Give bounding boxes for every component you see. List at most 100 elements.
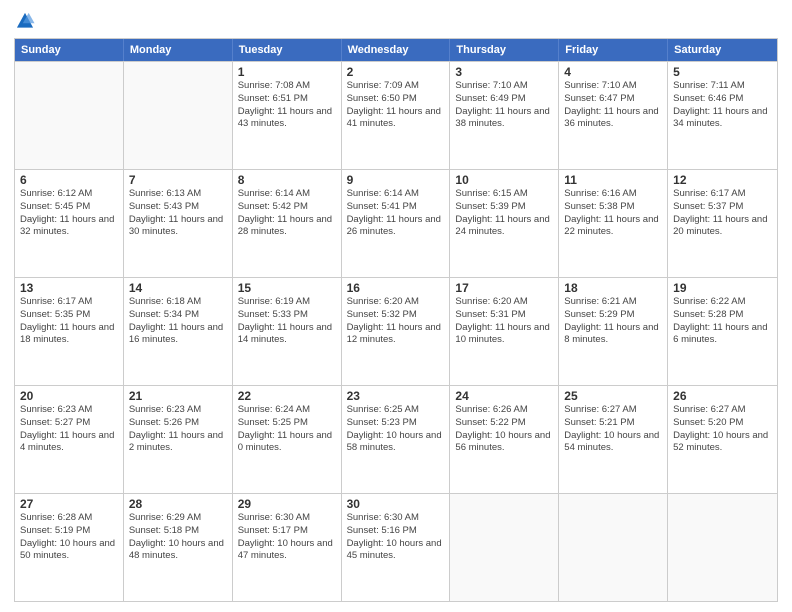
day-number: 29 [238,497,336,511]
day-info: Sunrise: 6:30 AM Sunset: 5:17 PM Dayligh… [238,512,336,563]
day-number: 9 [347,173,445,187]
day-info: Sunrise: 6:29 AM Sunset: 5:18 PM Dayligh… [129,512,227,563]
day-header-friday: Friday [559,39,668,61]
day-info: Sunrise: 6:20 AM Sunset: 5:31 PM Dayligh… [455,296,553,347]
calendar-cell: 1Sunrise: 7:08 AM Sunset: 6:51 PM Daylig… [233,62,342,169]
day-info: Sunrise: 7:08 AM Sunset: 6:51 PM Dayligh… [238,80,336,131]
day-number: 13 [20,281,118,295]
calendar-cell: 3Sunrise: 7:10 AM Sunset: 6:49 PM Daylig… [450,62,559,169]
day-number: 22 [238,389,336,403]
calendar-cell: 29Sunrise: 6:30 AM Sunset: 5:17 PM Dayli… [233,494,342,601]
calendar-cell: 27Sunrise: 6:28 AM Sunset: 5:19 PM Dayli… [15,494,124,601]
day-number: 10 [455,173,553,187]
day-number: 5 [673,65,772,79]
calendar-cell: 30Sunrise: 6:30 AM Sunset: 5:16 PM Dayli… [342,494,451,601]
logo [14,10,38,32]
calendar-cell [124,62,233,169]
day-number: 18 [564,281,662,295]
calendar-cell: 11Sunrise: 6:16 AM Sunset: 5:38 PM Dayli… [559,170,668,277]
day-info: Sunrise: 6:23 AM Sunset: 5:26 PM Dayligh… [129,404,227,455]
calendar-body: 1Sunrise: 7:08 AM Sunset: 6:51 PM Daylig… [15,61,777,601]
calendar-cell: 18Sunrise: 6:21 AM Sunset: 5:29 PM Dayli… [559,278,668,385]
day-info: Sunrise: 6:17 AM Sunset: 5:35 PM Dayligh… [20,296,118,347]
day-info: Sunrise: 6:28 AM Sunset: 5:19 PM Dayligh… [20,512,118,563]
day-header-tuesday: Tuesday [233,39,342,61]
day-number: 2 [347,65,445,79]
day-info: Sunrise: 6:26 AM Sunset: 5:22 PM Dayligh… [455,404,553,455]
calendar-cell: 13Sunrise: 6:17 AM Sunset: 5:35 PM Dayli… [15,278,124,385]
calendar-cell: 28Sunrise: 6:29 AM Sunset: 5:18 PM Dayli… [124,494,233,601]
calendar-row-2: 6Sunrise: 6:12 AM Sunset: 5:45 PM Daylig… [15,169,777,277]
calendar-cell: 10Sunrise: 6:15 AM Sunset: 5:39 PM Dayli… [450,170,559,277]
calendar-cell: 15Sunrise: 6:19 AM Sunset: 5:33 PM Dayli… [233,278,342,385]
calendar-cell [15,62,124,169]
day-info: Sunrise: 7:10 AM Sunset: 6:47 PM Dayligh… [564,80,662,131]
calendar-cell: 7Sunrise: 6:13 AM Sunset: 5:43 PM Daylig… [124,170,233,277]
day-header-wednesday: Wednesday [342,39,451,61]
day-info: Sunrise: 6:21 AM Sunset: 5:29 PM Dayligh… [564,296,662,347]
day-number: 6 [20,173,118,187]
day-info: Sunrise: 6:19 AM Sunset: 5:33 PM Dayligh… [238,296,336,347]
day-header-saturday: Saturday [668,39,777,61]
day-number: 11 [564,173,662,187]
calendar-cell: 24Sunrise: 6:26 AM Sunset: 5:22 PM Dayli… [450,386,559,493]
calendar-cell: 21Sunrise: 6:23 AM Sunset: 5:26 PM Dayli… [124,386,233,493]
day-number: 26 [673,389,772,403]
calendar-cell: 16Sunrise: 6:20 AM Sunset: 5:32 PM Dayli… [342,278,451,385]
calendar-header: SundayMondayTuesdayWednesdayThursdayFrid… [15,39,777,61]
calendar-cell: 6Sunrise: 6:12 AM Sunset: 5:45 PM Daylig… [15,170,124,277]
day-info: Sunrise: 7:10 AM Sunset: 6:49 PM Dayligh… [455,80,553,131]
calendar-row-1: 1Sunrise: 7:08 AM Sunset: 6:51 PM Daylig… [15,61,777,169]
calendar: SundayMondayTuesdayWednesdayThursdayFrid… [14,38,778,602]
calendar-cell: 12Sunrise: 6:17 AM Sunset: 5:37 PM Dayli… [668,170,777,277]
calendar-cell: 20Sunrise: 6:23 AM Sunset: 5:27 PM Dayli… [15,386,124,493]
calendar-cell: 17Sunrise: 6:20 AM Sunset: 5:31 PM Dayli… [450,278,559,385]
day-info: Sunrise: 6:30 AM Sunset: 5:16 PM Dayligh… [347,512,445,563]
page: SundayMondayTuesdayWednesdayThursdayFrid… [0,0,792,612]
calendar-cell: 26Sunrise: 6:27 AM Sunset: 5:20 PM Dayli… [668,386,777,493]
day-number: 28 [129,497,227,511]
calendar-row-3: 13Sunrise: 6:17 AM Sunset: 5:35 PM Dayli… [15,277,777,385]
day-header-sunday: Sunday [15,39,124,61]
day-info: Sunrise: 6:14 AM Sunset: 5:42 PM Dayligh… [238,188,336,239]
day-number: 24 [455,389,553,403]
day-info: Sunrise: 7:09 AM Sunset: 6:50 PM Dayligh… [347,80,445,131]
calendar-row-5: 27Sunrise: 6:28 AM Sunset: 5:19 PM Dayli… [15,493,777,601]
day-info: Sunrise: 6:12 AM Sunset: 5:45 PM Dayligh… [20,188,118,239]
calendar-cell: 4Sunrise: 7:10 AM Sunset: 6:47 PM Daylig… [559,62,668,169]
day-number: 27 [20,497,118,511]
calendar-cell: 23Sunrise: 6:25 AM Sunset: 5:23 PM Dayli… [342,386,451,493]
day-info: Sunrise: 7:11 AM Sunset: 6:46 PM Dayligh… [673,80,772,131]
day-info: Sunrise: 6:22 AM Sunset: 5:28 PM Dayligh… [673,296,772,347]
calendar-cell [450,494,559,601]
calendar-cell: 5Sunrise: 7:11 AM Sunset: 6:46 PM Daylig… [668,62,777,169]
day-number: 3 [455,65,553,79]
day-header-monday: Monday [124,39,233,61]
day-info: Sunrise: 6:16 AM Sunset: 5:38 PM Dayligh… [564,188,662,239]
day-number: 25 [564,389,662,403]
logo-icon [14,10,36,32]
day-number: 20 [20,389,118,403]
day-number: 19 [673,281,772,295]
day-number: 16 [347,281,445,295]
calendar-cell: 19Sunrise: 6:22 AM Sunset: 5:28 PM Dayli… [668,278,777,385]
day-info: Sunrise: 6:27 AM Sunset: 5:21 PM Dayligh… [564,404,662,455]
day-info: Sunrise: 6:13 AM Sunset: 5:43 PM Dayligh… [129,188,227,239]
day-number: 7 [129,173,227,187]
calendar-cell: 25Sunrise: 6:27 AM Sunset: 5:21 PM Dayli… [559,386,668,493]
day-number: 4 [564,65,662,79]
day-number: 17 [455,281,553,295]
day-number: 14 [129,281,227,295]
day-number: 12 [673,173,772,187]
day-info: Sunrise: 6:15 AM Sunset: 5:39 PM Dayligh… [455,188,553,239]
day-info: Sunrise: 6:17 AM Sunset: 5:37 PM Dayligh… [673,188,772,239]
day-number: 23 [347,389,445,403]
calendar-cell [668,494,777,601]
day-info: Sunrise: 6:25 AM Sunset: 5:23 PM Dayligh… [347,404,445,455]
day-info: Sunrise: 6:18 AM Sunset: 5:34 PM Dayligh… [129,296,227,347]
day-number: 21 [129,389,227,403]
calendar-cell: 8Sunrise: 6:14 AM Sunset: 5:42 PM Daylig… [233,170,342,277]
day-number: 30 [347,497,445,511]
day-number: 15 [238,281,336,295]
calendar-cell: 9Sunrise: 6:14 AM Sunset: 5:41 PM Daylig… [342,170,451,277]
